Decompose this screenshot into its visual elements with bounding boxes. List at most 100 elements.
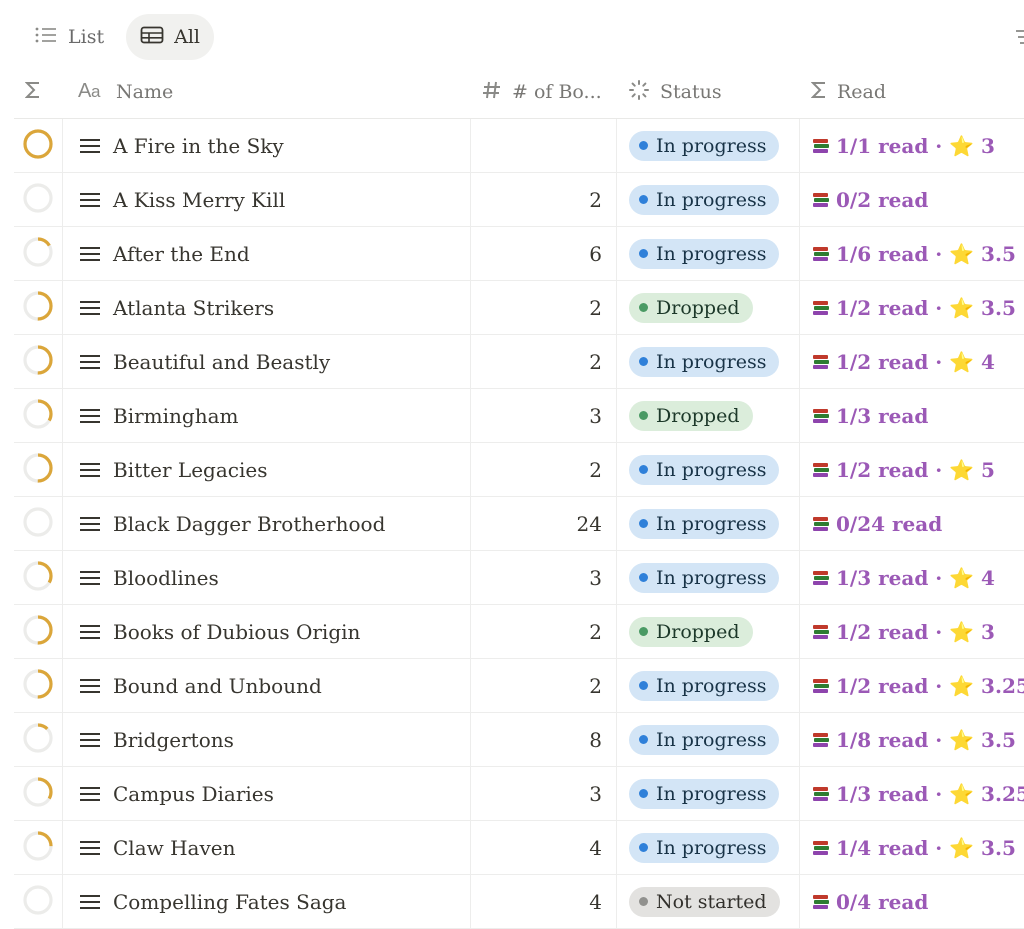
name-cell[interactable]: Birmingham <box>63 389 471 442</box>
read-cell[interactable]: 1/2 read · ⭐ 3 <box>800 605 1024 658</box>
count-cell[interactable]: 3 <box>471 389 617 442</box>
read-cell[interactable]: 1/2 read · ⭐ 5 <box>800 443 1024 496</box>
table-row[interactable]: Campus Diaries 3 In progress 1/3 read · … <box>14 767 1024 821</box>
name-cell[interactable]: Bloodlines <box>63 551 471 604</box>
series-name[interactable]: A Kiss Merry Kill <box>113 188 285 212</box>
name-cell[interactable]: Atlanta Strikers <box>63 281 471 334</box>
status-cell[interactable]: Dropped <box>617 605 800 658</box>
read-cell[interactable]: 1/4 read · ⭐ 3.5 <box>800 821 1024 874</box>
count-cell[interactable]: 6 <box>471 227 617 280</box>
series-name[interactable]: Atlanta Strikers <box>113 296 274 320</box>
status-cell[interactable]: In progress <box>617 119 800 172</box>
status-badge[interactable]: In progress <box>629 346 780 377</box>
table-row[interactable]: Compelling Fates Saga 4 Not started 0/4 … <box>14 875 1024 929</box>
status-cell[interactable]: In progress <box>617 497 800 550</box>
status-cell[interactable]: In progress <box>617 173 800 226</box>
header-count[interactable]: # of Bo... <box>470 66 616 118</box>
header-read[interactable]: Read <box>799 66 1024 118</box>
status-badge[interactable]: In progress <box>629 778 780 809</box>
status-badge[interactable]: In progress <box>629 130 780 161</box>
status-badge[interactable]: In progress <box>629 832 780 863</box>
table-row[interactable]: Bloodlines 3 In progress 1/3 read · ⭐ 4 <box>14 551 1024 605</box>
series-name[interactable]: Beautiful and Beastly <box>113 350 330 374</box>
count-cell[interactable]: 2 <box>471 281 617 334</box>
count-cell[interactable]: 2 <box>471 443 617 496</box>
status-cell[interactable]: In progress <box>617 767 800 820</box>
name-cell[interactable]: Black Dagger Brotherhood <box>63 497 471 550</box>
status-badge[interactable]: In progress <box>629 670 780 701</box>
count-cell[interactable]: 2 <box>471 335 617 388</box>
status-badge[interactable]: In progress <box>629 562 780 593</box>
count-cell[interactable]: 4 <box>471 821 617 874</box>
name-cell[interactable]: Campus Diaries <box>63 767 471 820</box>
table-row[interactable]: Books of Dubious Origin 2 Dropped 1/2 re… <box>14 605 1024 659</box>
name-cell[interactable]: Beautiful and Beastly <box>63 335 471 388</box>
table-row[interactable]: Black Dagger Brotherhood 24 In progress … <box>14 497 1024 551</box>
table-row[interactable]: Atlanta Strikers 2 Dropped 1/2 read · ⭐ … <box>14 281 1024 335</box>
read-cell[interactable]: 1/1 read · ⭐ 3 <box>800 119 1024 172</box>
filter-icon[interactable] <box>1016 28 1024 50</box>
count-cell[interactable]: 24 <box>471 497 617 550</box>
read-cell[interactable]: 1/2 read · ⭐ 3.5 <box>800 281 1024 334</box>
read-cell[interactable]: 1/3 read · ⭐ 4 <box>800 551 1024 604</box>
status-badge[interactable]: In progress <box>629 454 780 485</box>
status-badge[interactable]: In progress <box>629 184 780 215</box>
table-row[interactable]: Beautiful and Beastly 2 In progress 1/2 … <box>14 335 1024 389</box>
name-cell[interactable]: A Fire in the Sky <box>63 119 471 172</box>
table-row[interactable]: Bridgertons 8 In progress 1/8 read · ⭐ 3… <box>14 713 1024 767</box>
read-cell[interactable]: 0/4 read <box>800 875 1024 928</box>
table-row[interactable]: After the End 6 In progress 1/6 read · ⭐… <box>14 227 1024 281</box>
status-badge[interactable]: In progress <box>629 238 780 269</box>
series-name[interactable]: Bridgertons <box>113 728 234 752</box>
status-cell[interactable]: In progress <box>617 227 800 280</box>
tab-list[interactable]: List <box>20 14 118 60</box>
name-cell[interactable]: Bridgertons <box>63 713 471 766</box>
series-name[interactable]: After the End <box>113 242 250 266</box>
series-name[interactable]: Books of Dubious Origin <box>113 620 360 644</box>
table-row[interactable]: A Fire in the Sky In progress 1/1 read ·… <box>14 119 1024 173</box>
table-row[interactable]: Bound and Unbound 2 In progress 1/2 read… <box>14 659 1024 713</box>
read-cell[interactable]: 1/2 read · ⭐ 4 <box>800 335 1024 388</box>
series-name[interactable]: Campus Diaries <box>113 782 274 806</box>
series-name[interactable]: Bound and Unbound <box>113 674 322 698</box>
series-name[interactable]: Black Dagger Brotherhood <box>113 512 385 536</box>
table-row[interactable]: Claw Haven 4 In progress 1/4 read · ⭐ 3.… <box>14 821 1024 875</box>
read-cell[interactable]: 1/6 read · ⭐ 3.5 <box>800 227 1024 280</box>
status-badge[interactable]: In progress <box>629 508 780 539</box>
name-cell[interactable]: Compelling Fates Saga <box>63 875 471 928</box>
count-cell[interactable]: 4 <box>471 875 617 928</box>
header-status[interactable]: Status <box>616 66 799 118</box>
status-cell[interactable]: In progress <box>617 443 800 496</box>
read-cell[interactable]: 1/2 read · ⭐ 3.25 <box>800 659 1024 712</box>
status-cell[interactable]: In progress <box>617 821 800 874</box>
status-badge[interactable]: Dropped <box>629 616 753 647</box>
status-cell[interactable]: In progress <box>617 659 800 712</box>
series-name[interactable]: Claw Haven <box>113 836 235 860</box>
status-cell[interactable]: In progress <box>617 335 800 388</box>
series-name[interactable]: A Fire in the Sky <box>113 134 284 158</box>
status-badge[interactable]: Dropped <box>629 400 753 431</box>
header-name[interactable]: Aa Name <box>62 66 470 118</box>
status-badge[interactable]: Not started <box>629 886 780 917</box>
table-row[interactable]: Bitter Legacies 2 In progress 1/2 read ·… <box>14 443 1024 497</box>
status-badge[interactable]: Dropped <box>629 292 753 323</box>
name-cell[interactable]: Claw Haven <box>63 821 471 874</box>
status-cell[interactable]: In progress <box>617 551 800 604</box>
series-name[interactable]: Birmingham <box>113 404 238 428</box>
count-cell[interactable]: 3 <box>471 767 617 820</box>
status-cell[interactable]: Not started <box>617 875 800 928</box>
count-cell[interactable]: 2 <box>471 659 617 712</box>
status-cell[interactable]: Dropped <box>617 281 800 334</box>
status-badge[interactable]: In progress <box>629 724 780 755</box>
count-cell[interactable]: 2 <box>471 605 617 658</box>
tab-all[interactable]: All <box>126 14 214 60</box>
count-cell[interactable]: 2 <box>471 173 617 226</box>
table-row[interactable]: Birmingham 3 Dropped 1/3 read <box>14 389 1024 443</box>
series-name[interactable]: Bitter Legacies <box>113 458 267 482</box>
table-row[interactable]: A Kiss Merry Kill 2 In progress 0/2 read <box>14 173 1024 227</box>
count-cell[interactable] <box>471 119 617 172</box>
status-cell[interactable]: Dropped <box>617 389 800 442</box>
status-cell[interactable]: In progress <box>617 713 800 766</box>
name-cell[interactable]: After the End <box>63 227 471 280</box>
count-cell[interactable]: 3 <box>471 551 617 604</box>
